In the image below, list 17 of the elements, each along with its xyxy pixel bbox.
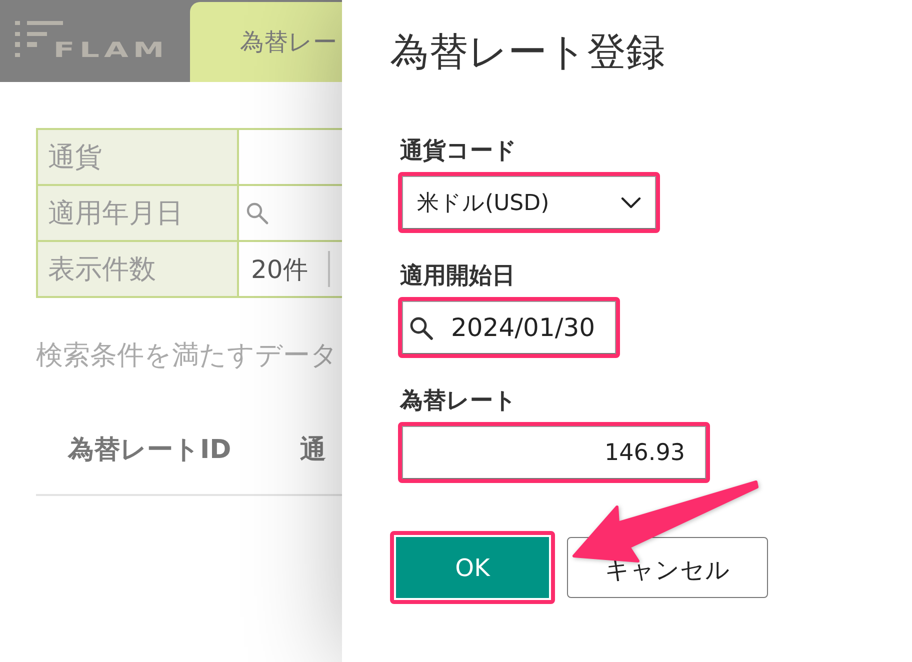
rate-input[interactable]: 146.93 (402, 426, 706, 479)
column-header: 為替レートID (68, 434, 232, 466)
filter-label: 適用年月日 (38, 186, 239, 242)
field-label: 為替レート (400, 387, 517, 416)
chevron-down-icon (621, 196, 641, 208)
search-icon (245, 201, 269, 225)
field-label: 通貨コード (400, 137, 517, 166)
currency-select[interactable]: 米ドル(USD) (402, 176, 656, 229)
search-icon (409, 316, 433, 340)
date-field[interactable]: 2024/01/30 (402, 301, 616, 354)
ok-button[interactable]: OK (396, 537, 549, 598)
filter-label: 通貨 (38, 130, 239, 186)
result-message: 検索条件を満たすデータ (36, 340, 339, 372)
filter-label: 表示件数 (38, 242, 239, 298)
dialog-title: 為替レート登録 (390, 30, 665, 76)
column-header: 通 (300, 434, 327, 466)
field-label: 適用開始日 (400, 262, 515, 291)
